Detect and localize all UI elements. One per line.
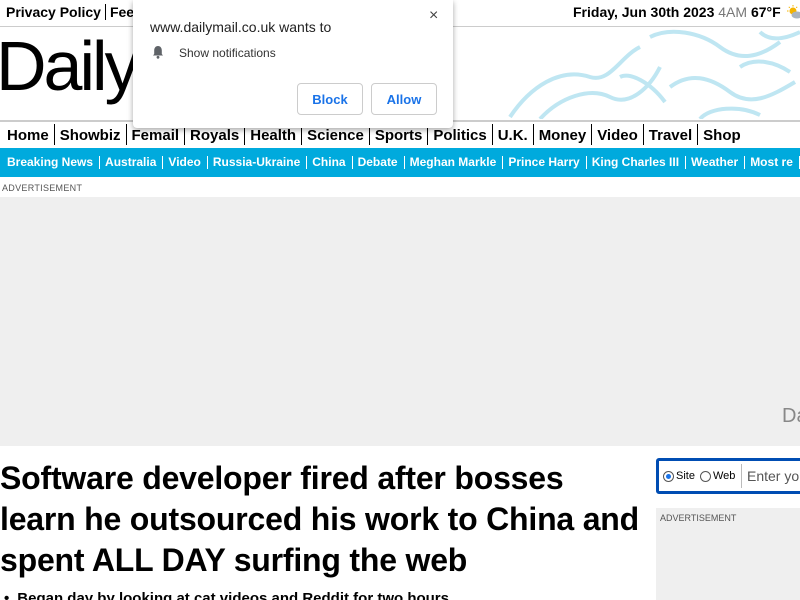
search-site-option[interactable]: Site — [663, 470, 695, 482]
search-input[interactable] — [741, 464, 800, 488]
subnav-video[interactable]: Video — [163, 156, 208, 169]
subnav-australia[interactable]: Australia — [100, 156, 164, 169]
allow-button[interactable]: Allow — [371, 83, 437, 115]
search-box: Site Web — [656, 458, 800, 494]
article-headline[interactable]: Software developer fired after bosses le… — [0, 458, 640, 581]
subnav-king-charles[interactable]: King Charles III — [587, 156, 687, 169]
utility-links: Privacy Policy Feed — [6, 4, 148, 20]
current-time: 4AM — [718, 4, 748, 20]
date-weather: Friday, Jun 30th 2023 4AM 67°F 7A — [573, 4, 800, 20]
search-web-option[interactable]: Web — [700, 470, 735, 482]
dialog-permission-text: Show notifications — [179, 46, 276, 60]
advertisement-banner[interactable]: Da — [0, 197, 800, 446]
web-radio-label: Web — [713, 470, 736, 482]
nav-video[interactable]: Video — [592, 124, 644, 145]
subnav-russia-ukraine[interactable]: Russia-Ukraine — [208, 156, 308, 169]
subnav-prince-harry[interactable]: Prince Harry — [503, 156, 587, 169]
subnav-breaking-news[interactable]: Breaking News — [2, 156, 101, 169]
sidebar-advertisement[interactable]: ADVERTISEMENT — [656, 508, 800, 600]
notification-permission-dialog: www.dailymail.co.uk wants to × Show noti… — [133, 0, 453, 128]
subnav-china[interactable]: China — [307, 156, 353, 169]
bell-icon — [153, 46, 163, 59]
site-logo[interactable]: Daily — [0, 31, 140, 101]
block-button[interactable]: Block — [297, 83, 363, 115]
secondary-nav: Breaking News Australia Video Russia-Ukr… — [0, 148, 800, 177]
decorative-crest-icon — [508, 29, 800, 119]
current-date: Friday, Jun 30th 2023 — [573, 4, 715, 20]
close-icon[interactable]: × — [429, 7, 438, 25]
nav-shop[interactable]: Shop — [698, 124, 746, 145]
nav-uk[interactable]: U.K. — [493, 124, 534, 145]
subnav-weather[interactable]: Weather — [686, 156, 746, 169]
temperature: 67°F — [750, 4, 781, 20]
site-radio[interactable] — [663, 470, 674, 482]
side-ad-label: ADVERTISEMENT — [660, 513, 737, 523]
site-radio-label: Site — [676, 470, 695, 482]
nav-showbiz[interactable]: Showbiz — [55, 124, 127, 145]
subnav-debate[interactable]: Debate — [353, 156, 405, 169]
nav-travel[interactable]: Travel — [644, 124, 699, 145]
subnav-most-read[interactable]: Most re — [745, 156, 800, 169]
nav-money[interactable]: Money — [534, 124, 593, 145]
nav-home[interactable]: Home — [2, 124, 55, 145]
privacy-policy-link[interactable]: Privacy Policy — [6, 4, 106, 20]
subnav-meghan-markle[interactable]: Meghan Markle — [405, 156, 504, 169]
dialog-site-text: www.dailymail.co.uk wants to — [150, 19, 332, 35]
web-radio[interactable] — [700, 470, 711, 482]
article-bullet: Began day by looking at cat videos and R… — [4, 590, 449, 600]
partly-cloudy-icon — [786, 5, 800, 19]
ad-partial-text: Da — [782, 405, 800, 427]
ad-label: ADVERTISEMENT — [2, 183, 83, 193]
